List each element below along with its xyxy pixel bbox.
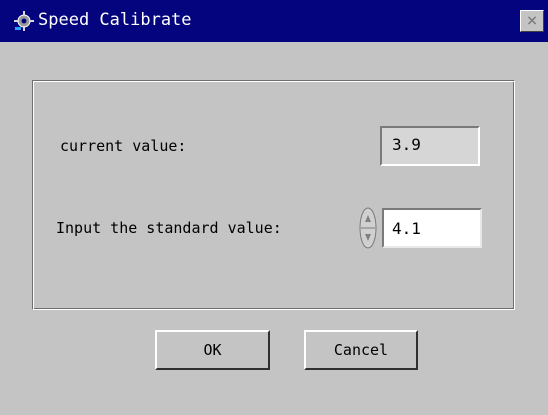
settings-app-icon xyxy=(14,11,34,31)
calibration-group-box xyxy=(32,80,515,310)
value-spinner[interactable] xyxy=(358,206,378,250)
cancel-button[interactable]: Cancel xyxy=(304,330,418,370)
window-title: Speed Calibrate xyxy=(38,10,192,30)
current-value-label: current value: xyxy=(60,137,187,155)
current-value-field: 3.9 xyxy=(380,126,480,166)
standard-value-label: Input the standard value: xyxy=(56,219,282,237)
close-button[interactable]: × xyxy=(520,10,544,32)
standard-value-input[interactable] xyxy=(382,208,482,248)
ok-button[interactable]: OK xyxy=(155,330,270,370)
speed-calibrate-dialog: Speed Calibrate × current value: 3.9 Inp… xyxy=(0,0,548,415)
title-bar[interactable]: Speed Calibrate × xyxy=(0,0,548,42)
close-icon: × xyxy=(526,10,538,31)
